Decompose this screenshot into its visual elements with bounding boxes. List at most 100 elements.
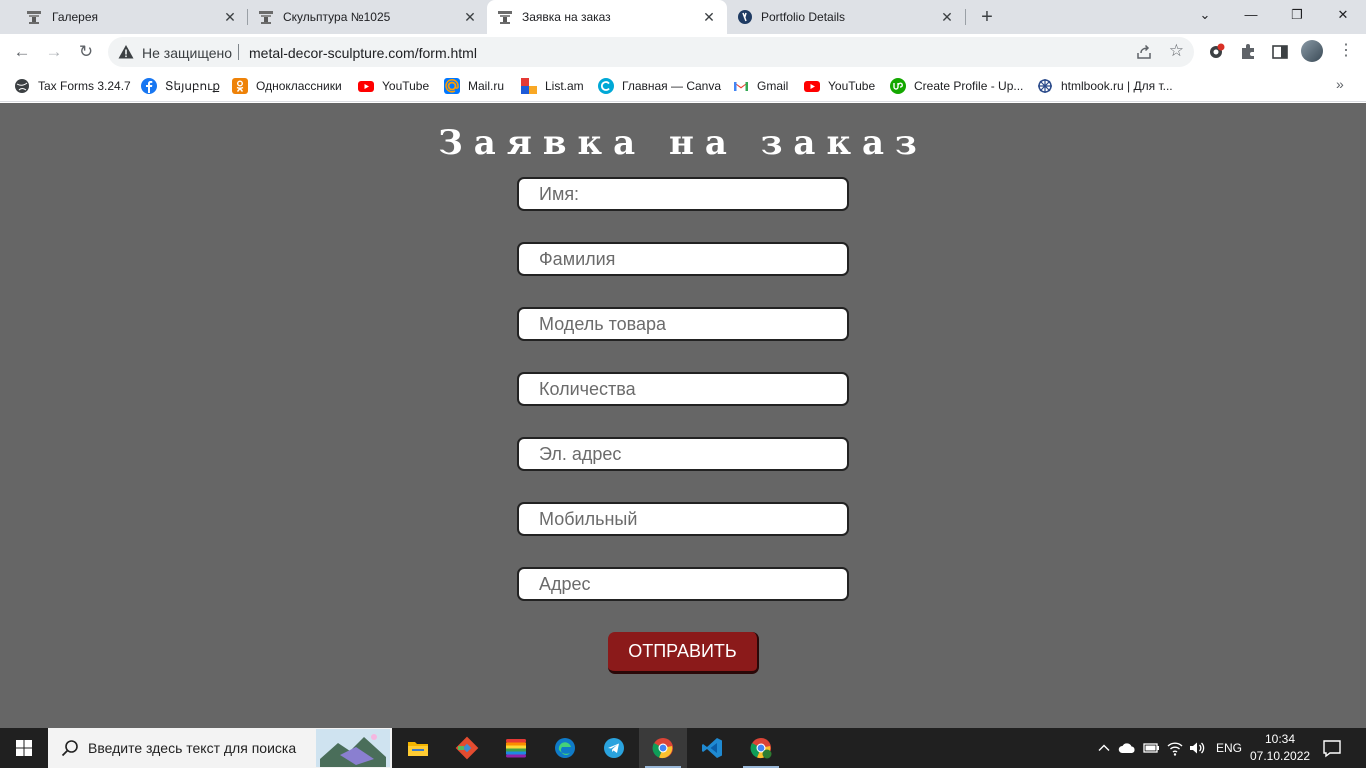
- bookmark-label: List.am: [545, 79, 584, 93]
- email-field[interactable]: [517, 437, 849, 471]
- submit-button[interactable]: ОТПРАВИТЬ: [608, 632, 759, 674]
- bookmark-label: htmlbook.ru | Для т...: [1061, 79, 1173, 93]
- bookmark-facebook[interactable]: Տեյսբուք: [141, 76, 220, 96]
- close-icon[interactable]: ✕: [939, 9, 955, 25]
- extension-gear-icon[interactable]: [1206, 42, 1226, 62]
- odnoklassniki-icon: [232, 78, 248, 94]
- clock-time: 10:34: [1264, 732, 1296, 746]
- chrome-profile-app[interactable]: [737, 728, 785, 768]
- extensions-puzzle-icon[interactable]: [1238, 42, 1258, 62]
- rainbow-app[interactable]: [492, 728, 540, 768]
- security-status[interactable]: Не защищено: [142, 45, 232, 61]
- close-icon[interactable]: ✕: [701, 9, 717, 25]
- vscode-icon: [702, 738, 722, 758]
- bookmark-htmlbook[interactable]: htmlbook.ru | Для т...: [1037, 76, 1173, 96]
- bookmark-youtube-1[interactable]: YouTube: [358, 76, 429, 96]
- telegram-icon: [604, 738, 624, 758]
- tab-title: Галерея: [52, 10, 99, 24]
- bookmark-star-icon[interactable]: ☆: [1169, 42, 1184, 60]
- minimize-button[interactable]: —: [1228, 0, 1274, 30]
- tab-portfolio-details[interactable]: Portfolio Details ✕: [727, 0, 965, 34]
- close-icon[interactable]: ✕: [222, 9, 238, 25]
- forward-arrow-icon[interactable]: →: [44, 42, 64, 62]
- tab-gallery[interactable]: Галерея ✕: [8, 0, 248, 34]
- battery-icon[interactable]: [1142, 740, 1160, 756]
- youtube-icon: [804, 81, 820, 92]
- bookmark-canva[interactable]: Главная — Canva: [598, 76, 721, 96]
- file-explorer-app[interactable]: [394, 728, 442, 768]
- listam-icon: [521, 78, 537, 94]
- bookmark-gmail[interactable]: Gmail: [733, 76, 788, 96]
- notification-icon[interactable]: [1322, 738, 1342, 758]
- taskbar-search[interactable]: Введите здесь текст для поиска: [48, 728, 392, 768]
- input-language[interactable]: ENG: [1216, 741, 1242, 755]
- close-icon[interactable]: ✕: [462, 9, 478, 25]
- clock[interactable]: 10:34 07.10.2022: [1250, 731, 1310, 765]
- browser-toolbar: ← → ↻ Не защищено metal-decor-sculpture.…: [0, 34, 1366, 70]
- facebook-icon: [141, 78, 157, 94]
- rainbow-app-icon: [506, 739, 526, 758]
- address-field[interactable]: [517, 567, 849, 601]
- product-model-field[interactable]: [517, 307, 849, 341]
- wifi-icon[interactable]: [1166, 739, 1184, 757]
- tab-sculpture-1025[interactable]: Скульптура №1025 ✕: [248, 0, 488, 34]
- mobile-field[interactable]: [517, 502, 849, 536]
- first-name-field[interactable]: [517, 177, 849, 211]
- tab-order-form[interactable]: Заявка на заказ ✕: [487, 0, 727, 34]
- tab-strip: Галерея ✕ Скульптура №1025 ✕ Заявка на з…: [0, 0, 1366, 34]
- bookmark-label: YouTube: [828, 79, 876, 93]
- share-icon[interactable]: [1136, 44, 1152, 60]
- reload-icon[interactable]: ↻: [76, 42, 96, 62]
- back-arrow-icon[interactable]: ←: [12, 42, 32, 62]
- warning-icon[interactable]: [118, 44, 134, 60]
- quantity-field[interactable]: [517, 372, 849, 406]
- gmail-icon: [734, 82, 748, 91]
- bookmarks-bar: Tax Forms 3.24.7 Տեյսբուք Одноклассники …: [0, 70, 1366, 102]
- last-name-field[interactable]: [517, 242, 849, 276]
- bookmark-label: Mail.ru: [468, 79, 505, 93]
- upwork-icon: [890, 78, 906, 94]
- bookmark-label: Տեյսբուք: [165, 79, 220, 93]
- new-tab-button[interactable]: +: [976, 6, 998, 28]
- git-app[interactable]: [443, 728, 491, 768]
- bookmark-odnoklassniki[interactable]: Одноклассники: [232, 76, 342, 96]
- volume-icon[interactable]: [1188, 739, 1206, 757]
- bookmark-tax-forms[interactable]: Tax Forms 3.24.7: [14, 76, 131, 96]
- form-title: Заявка на заказ: [438, 123, 928, 163]
- bookmark-label: Gmail: [757, 79, 789, 93]
- telegram-app[interactable]: [590, 728, 638, 768]
- bookmark-youtube-2[interactable]: YouTube: [804, 76, 875, 96]
- onedrive-cloud-icon[interactable]: [1118, 740, 1136, 756]
- bookmark-mailru[interactable]: Mail.ru: [444, 76, 504, 96]
- vscode-app[interactable]: [688, 728, 736, 768]
- wordpress-favicon-icon: [738, 10, 752, 24]
- search-icon: [61, 740, 78, 757]
- url-text[interactable]: metal-decor-sculpture.com/form.html: [249, 45, 477, 61]
- tab-title: Portfolio Details: [761, 10, 846, 24]
- bookmark-label: Одноклассники: [256, 79, 342, 93]
- address-divider: [238, 44, 239, 60]
- chrome-app[interactable]: [639, 728, 687, 768]
- bookmarks-overflow-button[interactable]: »: [1336, 76, 1344, 92]
- git-icon: [455, 736, 479, 760]
- side-panel-icon[interactable]: [1270, 42, 1290, 62]
- mailru-icon: [444, 78, 460, 94]
- tab-search-button[interactable]: ⌄: [1182, 0, 1228, 30]
- chrome-icon: [652, 738, 673, 759]
- address-bar[interactable]: Не защищено metal-decor-sculpture.com/fo…: [108, 37, 1194, 67]
- close-window-button[interactable]: ✕: [1320, 0, 1366, 30]
- search-highlight-art-icon: [316, 729, 390, 767]
- bookmark-label: YouTube: [382, 79, 430, 93]
- file-explorer-icon: [408, 742, 428, 756]
- windows-start-icon[interactable]: [0, 728, 48, 768]
- sculpture-favicon-icon: [27, 11, 41, 24]
- windows-taskbar: Введите здесь текст для поиска ENG 10:34…: [0, 728, 1366, 768]
- profile-avatar[interactable]: [1301, 40, 1323, 62]
- bookmark-listam[interactable]: List.am: [521, 76, 584, 96]
- edge-app[interactable]: [541, 728, 589, 768]
- search-placeholder: Введите здесь текст для поиска: [88, 740, 297, 756]
- chevron-up-icon[interactable]: [1097, 741, 1111, 755]
- restore-button[interactable]: ❐: [1274, 0, 1320, 30]
- bookmark-upwork[interactable]: Create Profile - Up...: [890, 76, 1023, 96]
- more-menu-icon[interactable]: ⋮: [1336, 40, 1356, 62]
